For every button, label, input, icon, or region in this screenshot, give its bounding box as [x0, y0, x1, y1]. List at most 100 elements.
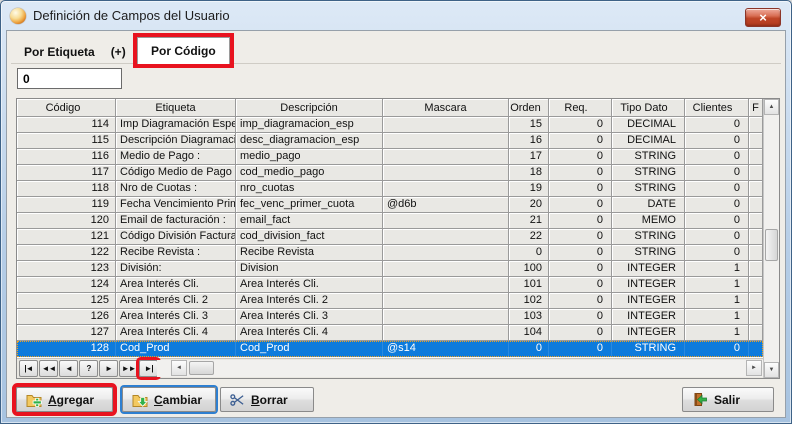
table-row[interactable]: 119Fecha Vencimiento Primfec_venc_primer…	[17, 197, 763, 213]
cell: 1	[685, 293, 749, 309]
cell	[749, 213, 763, 229]
horizontal-scroll-thumb[interactable]	[189, 361, 214, 375]
column-header[interactable]: Orden	[509, 99, 549, 117]
cell	[749, 309, 763, 325]
column-header[interactable]: Req.	[549, 99, 612, 117]
cell: 0	[685, 341, 749, 357]
cell: Código Medio de Pago :	[116, 165, 236, 181]
cell: Código División Facturac	[116, 229, 236, 245]
cell: STRING	[612, 149, 685, 165]
nav-help[interactable]: ?	[79, 360, 98, 377]
cell: Medio de Pago :	[116, 149, 236, 165]
user-fields-grid: CódigoEtiquetaDescripciónMascaraOrdenReq…	[16, 98, 780, 379]
add-button[interactable]: Agregar	[16, 387, 113, 412]
cell	[749, 229, 763, 245]
cell: 0	[549, 229, 612, 245]
table-row[interactable]: 124Area Interés Cli.Area Interés Cli.101…	[17, 277, 763, 293]
client-area: Por Etiqueta (+) Por Código CódigoEtique…	[6, 30, 786, 418]
column-header[interactable]: Mascara	[383, 99, 509, 117]
grid-header: CódigoEtiquetaDescripciónMascaraOrdenReq…	[17, 99, 763, 117]
record-nav: |◄◄◄◄?►►►►|	[18, 360, 158, 378]
cell: 0	[685, 165, 749, 181]
exit-button[interactable]: Salir	[682, 387, 774, 412]
nav-next[interactable]: ►	[99, 360, 118, 377]
cell: DATE	[612, 197, 685, 213]
tab-por-codigo[interactable]: Por Código	[137, 37, 230, 64]
tab-add-button[interactable]: (+)	[111, 45, 126, 59]
table-row[interactable]: 122Recibe Revista :Recibe Revista00STRIN…	[17, 245, 763, 261]
cell	[383, 277, 509, 293]
table-row[interactable]: 127Area Interés Cli. 4Area Interés Cli. …	[17, 325, 763, 341]
nav-page-prev[interactable]: ◄◄	[39, 360, 58, 377]
table-row[interactable]: 118Nro de Cuotas :nro_cuotas190STRING0	[17, 181, 763, 197]
app-icon	[10, 8, 26, 24]
scroll-right-icon[interactable]: ►	[746, 360, 762, 376]
column-header[interactable]: Descripción	[236, 99, 383, 117]
tab-por-etiqueta[interactable]: Por Etiqueta (+)	[16, 40, 134, 63]
cell	[749, 165, 763, 181]
cell: cod_division_fact	[236, 229, 383, 245]
column-header[interactable]: Código	[17, 99, 116, 117]
column-header[interactable]: Etiqueta	[116, 99, 236, 117]
cell: 0	[549, 245, 612, 261]
cell: 0	[509, 341, 549, 357]
cell: 21	[509, 213, 549, 229]
cell: INTEGER	[612, 309, 685, 325]
delete-button-label: Borrar	[251, 393, 288, 407]
cell: DECIMAL	[612, 133, 685, 149]
change-button[interactable]: Cambiar	[122, 387, 216, 412]
table-row[interactable]: 117Código Medio de Pago :cod_medio_pago1…	[17, 165, 763, 181]
table-row[interactable]: 120Email de facturación :email_fact210ME…	[17, 213, 763, 229]
vertical-scrollbar[interactable]: ▲ ▼	[763, 99, 779, 378]
titlebar[interactable]: Definición de Campos del Usuario	[1, 1, 791, 30]
vertical-scroll-thumb[interactable]	[765, 229, 778, 261]
table-row[interactable]: 115Descripción Diagramaciódesc_diagramac…	[17, 133, 763, 149]
nav-page-next[interactable]: ►►	[119, 360, 138, 377]
cell: DECIMAL	[612, 117, 685, 133]
cell	[383, 309, 509, 325]
nav-prev[interactable]: ◄	[59, 360, 78, 377]
table-row[interactable]: 116Medio de Pago :medio_pago170STRING0	[17, 149, 763, 165]
scroll-down-icon[interactable]: ▼	[764, 362, 779, 378]
table-row[interactable]: 128Cod_ProdCod_Prod@s1400STRING0	[17, 341, 763, 357]
cell: Nro de Cuotas :	[116, 181, 236, 197]
cell: STRING	[612, 341, 685, 357]
cell: 124	[17, 277, 116, 293]
cell: STRING	[612, 229, 685, 245]
window-title: Definición de Campos del Usuario	[33, 8, 230, 23]
cell: Area Interés Cli.	[236, 277, 383, 293]
cell: desc_diagramacion_esp	[236, 133, 383, 149]
cell: 18	[509, 165, 549, 181]
tab-por-codigo-label: Por Código	[151, 44, 216, 58]
table-row[interactable]: 121Código División Facturaccod_division_…	[17, 229, 763, 245]
column-header[interactable]: Tipo Dato	[612, 99, 685, 117]
horizontal-scrollbar[interactable]: ◄ ►	[157, 360, 763, 377]
cell	[383, 181, 509, 197]
nav-first[interactable]: |◄	[19, 360, 38, 377]
scroll-left-icon[interactable]: ◄	[171, 360, 187, 376]
cell: INTEGER	[612, 261, 685, 277]
column-header[interactable]: Clientes	[685, 99, 749, 117]
cell: Descripción Diagramació	[116, 133, 236, 149]
cell: Fecha Vencimiento Prim	[116, 197, 236, 213]
folder-plus-icon	[26, 393, 42, 407]
cell	[749, 181, 763, 197]
close-button[interactable]: ×	[745, 8, 781, 27]
column-header[interactable]: F	[749, 99, 763, 117]
table-row[interactable]: 126Area Interés Cli. 3Area Interés Cli. …	[17, 309, 763, 325]
nav-last[interactable]: ►|	[139, 360, 158, 377]
delete-button[interactable]: Borrar	[220, 387, 314, 412]
table-row[interactable]: 123División:Division1000INTEGER1	[17, 261, 763, 277]
cell: 0	[549, 325, 612, 341]
cell	[383, 293, 509, 309]
search-code-input[interactable]	[17, 68, 122, 89]
table-row[interactable]: 114Imp Diagramación Especimp_diagramacio…	[17, 117, 763, 133]
tab-por-etiqueta-label: Por Etiqueta	[24, 45, 95, 59]
cell	[749, 133, 763, 149]
cell: 0	[549, 149, 612, 165]
table-row[interactable]: 125Area Interés Cli. 2Area Interés Cli. …	[17, 293, 763, 309]
scroll-up-icon[interactable]: ▲	[764, 99, 779, 115]
cell	[383, 117, 509, 133]
cell: 0	[685, 133, 749, 149]
cell: 127	[17, 325, 116, 341]
